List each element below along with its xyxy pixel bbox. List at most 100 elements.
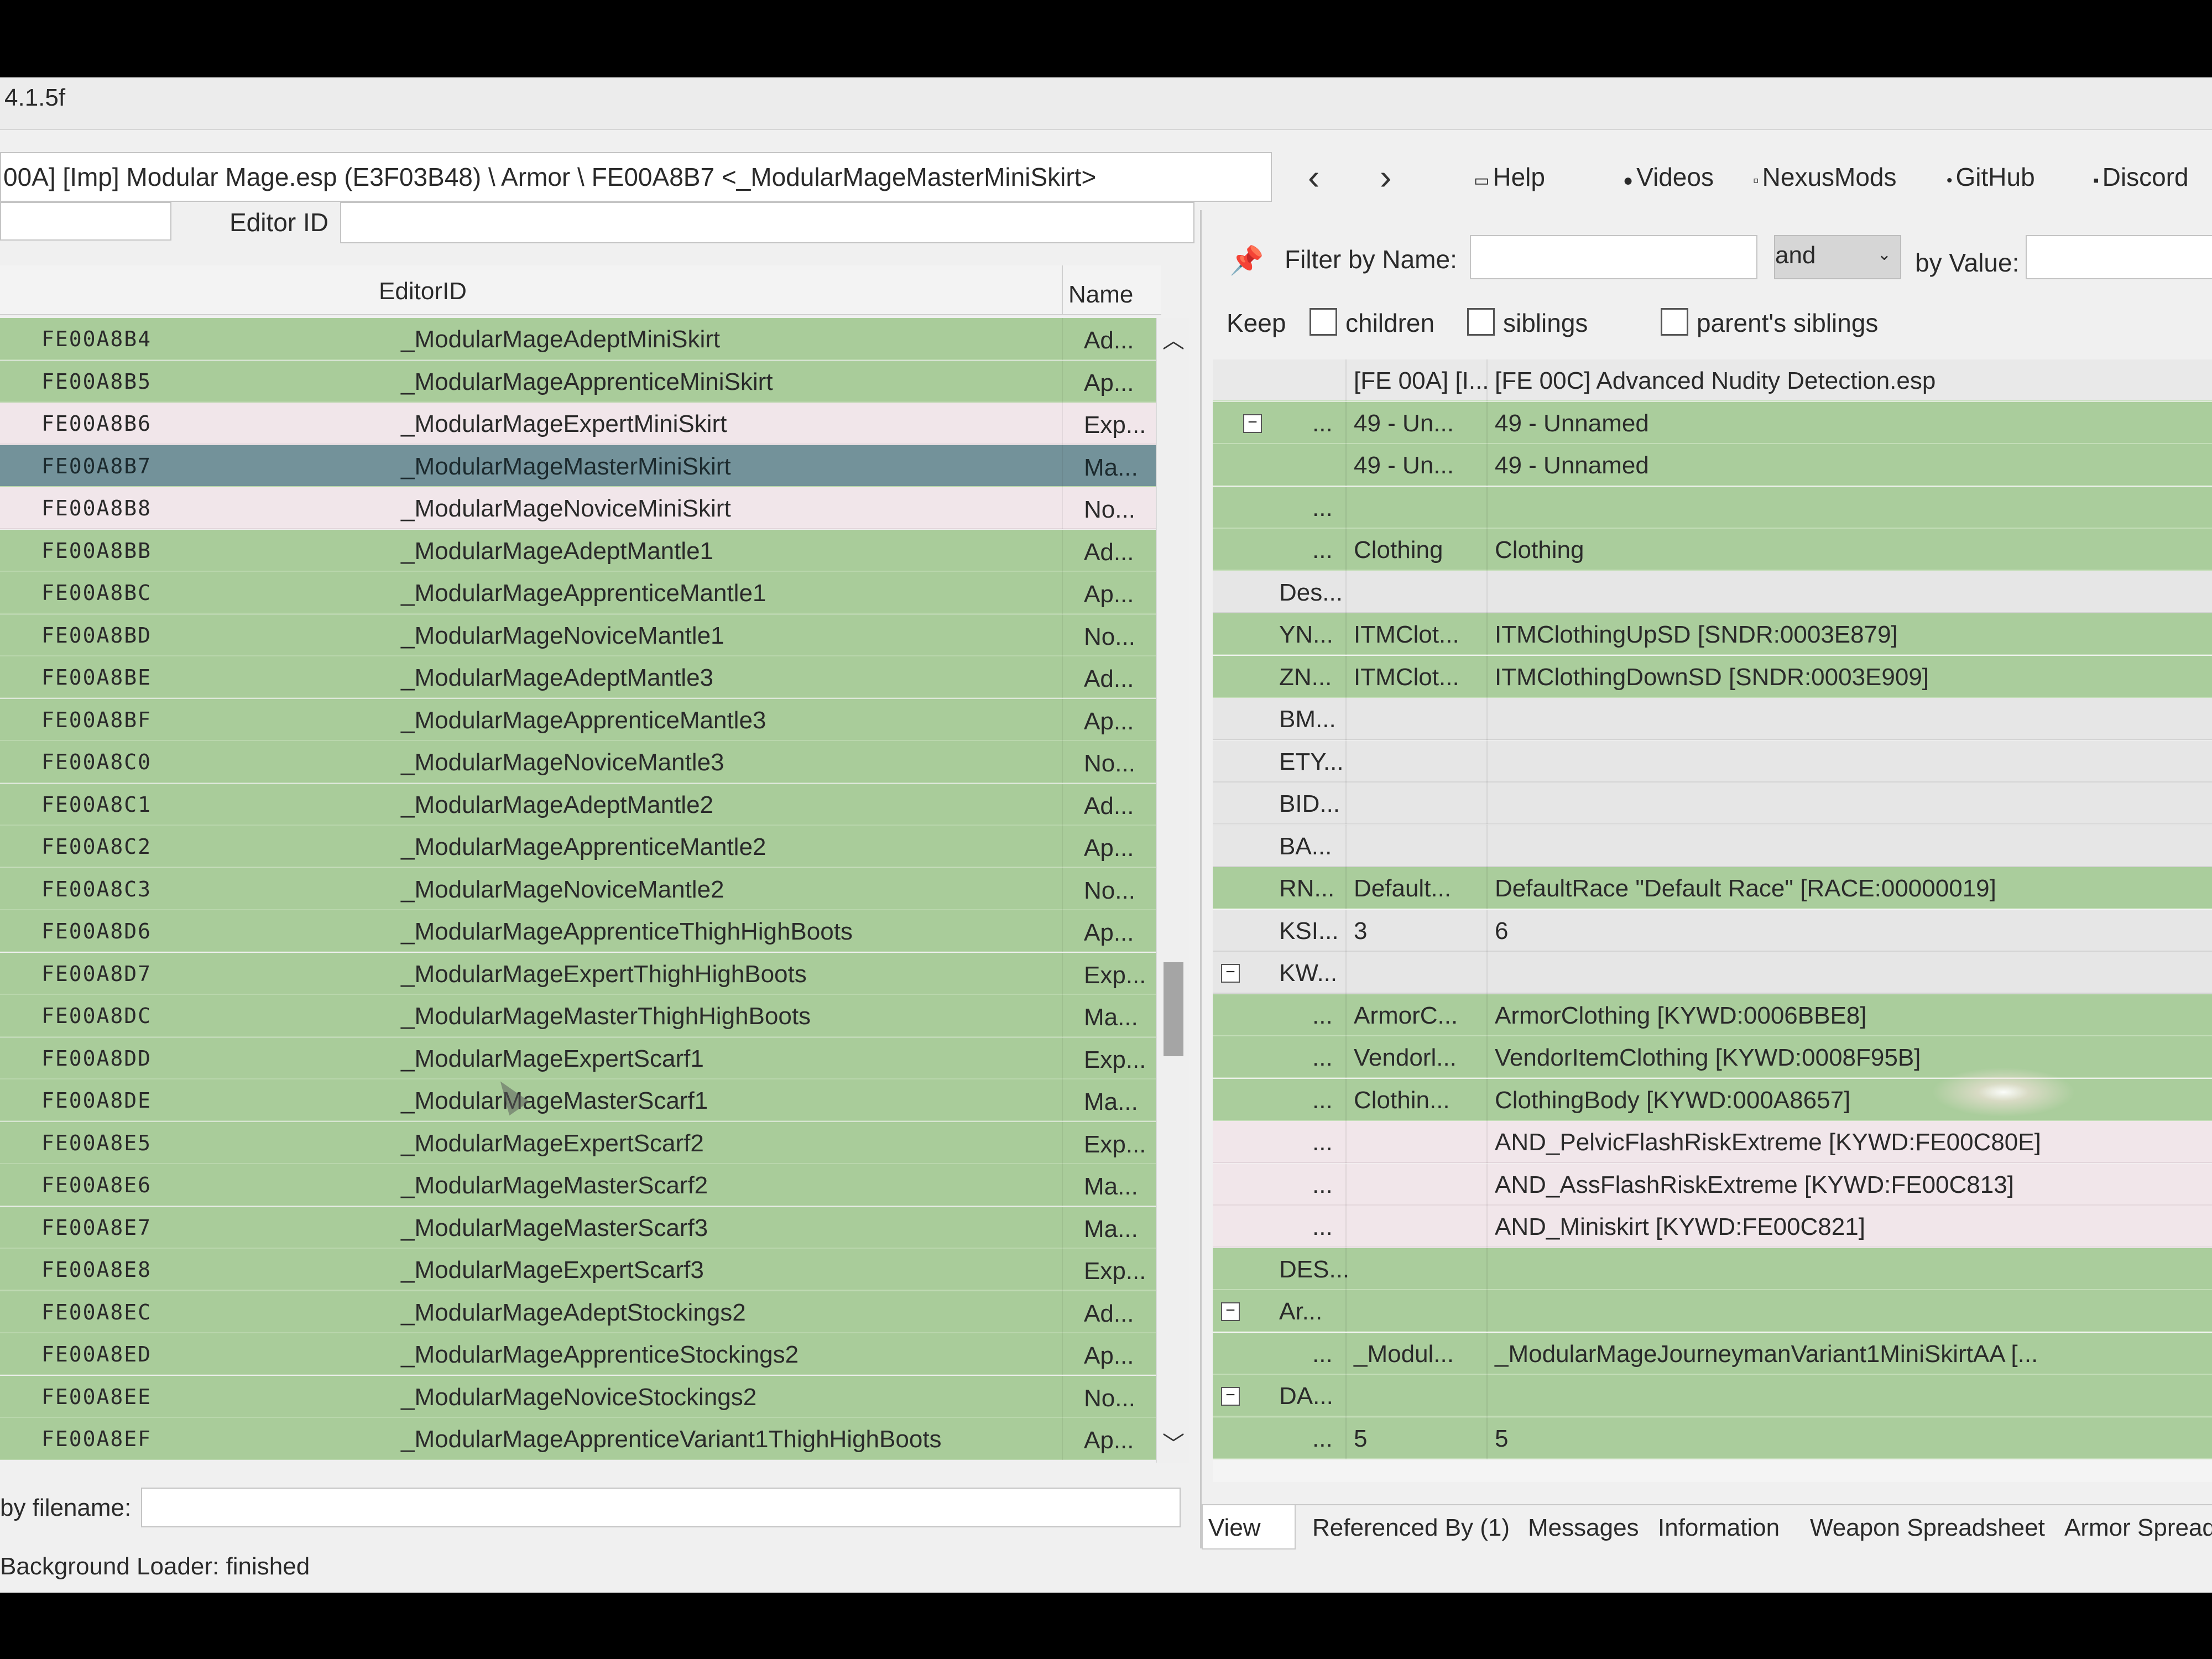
tree-row[interactable]: 49 - Un... 49 - Unnamed bbox=[1213, 444, 2212, 486]
tree-row[interactable]: ... Clothing Clothing bbox=[1213, 529, 2212, 571]
keep-siblings-checkbox[interactable] bbox=[1467, 308, 1495, 336]
tab-referenced-by[interactable]: Referenced By (1) bbox=[1312, 1505, 1510, 1550]
table-row[interactable]: FE00A8DE _ModularMageMasterScarf1 Ma... bbox=[0, 1079, 1156, 1121]
table-row[interactable]: FE00A8BD _ModularMageNoviceMantle1 No... bbox=[0, 614, 1156, 656]
discord-icon: ▪ bbox=[2093, 171, 2099, 190]
column-header-name[interactable]: Name bbox=[1068, 281, 1133, 309]
name-cell: No... bbox=[1084, 496, 1135, 523]
table-row[interactable]: FE00A8C1 _ModularMageAdeptMantle2 Ad... bbox=[0, 783, 1156, 826]
editor-id-cell: _ModularMageExpertScarf3 bbox=[401, 1256, 704, 1284]
table-row[interactable]: FE00A8D6 _ModularMageApprenticeThighHighB… bbox=[0, 910, 1156, 952]
scroll-thumb[interactable] bbox=[1164, 962, 1183, 1056]
tree-row[interactable]: − DA... bbox=[1213, 1375, 2212, 1417]
tree-row[interactable]: RN... Default... DefaultRace "Default Race… bbox=[1213, 867, 2212, 909]
tree-row[interactable]: − Ar... bbox=[1213, 1290, 2212, 1332]
github-link[interactable]: • GitHub bbox=[1947, 160, 2035, 197]
help-link[interactable]: ▭ Help bbox=[1474, 160, 1545, 197]
table-row[interactable]: FE00A8B5 _ModularMageApprenticeMiniSkirt A… bbox=[0, 360, 1156, 403]
forward-button[interactable]: › bbox=[1380, 155, 1391, 199]
table-row[interactable]: FE00A8ED _ModularMageApprenticeStockings2… bbox=[0, 1333, 1156, 1375]
collapse-toggle-icon[interactable]: − bbox=[1221, 1302, 1240, 1321]
table-row[interactable]: FE00A8B6 _ModularMageExpertMiniSkirt Exp..… bbox=[0, 403, 1156, 445]
tree-row[interactable]: ... 5 5 bbox=[1213, 1417, 2212, 1459]
table-row[interactable]: FE00A8E8 _ModularMageExpertScarf3 Exp... bbox=[0, 1249, 1156, 1291]
tab-view[interactable]: View bbox=[1202, 1505, 1296, 1550]
collapse-toggle-icon[interactable]: − bbox=[1221, 964, 1240, 983]
tree-row[interactable]: ... Vendorl... VendorItemClothing [KYWD:00… bbox=[1213, 1036, 2212, 1078]
editor-id-filter-input[interactable] bbox=[340, 202, 1194, 243]
discord-link[interactable]: ▪ Discord bbox=[2093, 160, 2189, 197]
editor-id-cell: _ModularMageMasterThighHighBoots bbox=[401, 1003, 811, 1030]
table-row[interactable]: FE00A8DD _ModularMageExpertScarf1 Exp... bbox=[0, 1037, 1156, 1079]
record-path-field[interactable]: 00A] [Imp] Modular Mage.esp (E3F03B48) \… bbox=[0, 152, 1272, 202]
tree-row[interactable]: ... _Modul... _ModularMageJourneymanVarian… bbox=[1213, 1332, 2212, 1375]
tree-value-cell: Vendorl... bbox=[1354, 1044, 1457, 1071]
tree-row[interactable]: ... AND_PelvicFlashRiskExtreme [KYWD:FE00… bbox=[1213, 1121, 2212, 1163]
keep-children-checkbox[interactable] bbox=[1310, 308, 1337, 336]
tree-row[interactable]: ... ArmorC... ArmorClothing [KYWD:0006BBE8… bbox=[1213, 994, 2212, 1036]
table-row[interactable]: FE00A8D7 _ModularMageExpertThighHighBoots… bbox=[0, 952, 1156, 995]
tree-row[interactable]: ... AND_Miniskirt [KYWD:FE00C821] bbox=[1213, 1206, 2212, 1248]
table-row[interactable]: FE00A8C0 _ModularMageNoviceMantle3 No... bbox=[0, 741, 1156, 783]
table-row[interactable]: FE00A8B8 _ModularMageNoviceMiniSkirt No... bbox=[0, 487, 1156, 529]
name-cell: Ap... bbox=[1084, 707, 1134, 735]
table-row[interactable]: FE00A8BF _ModularMageApprenticeMantle3 Ap.… bbox=[0, 698, 1156, 741]
tree-row[interactable]: DES... bbox=[1213, 1248, 2212, 1290]
form-id-cell: FE00A8DC bbox=[41, 1004, 152, 1028]
filter-operator-select[interactable]: and ⌄ bbox=[1774, 235, 1901, 279]
tab-armor-spreadsheet[interactable]: Armor Spread bbox=[2064, 1505, 2212, 1550]
table-row[interactable]: FE00A8C3 _ModularMageNoviceMantle2 No... bbox=[0, 868, 1156, 910]
pin-icon[interactable]: 📌 bbox=[1229, 244, 1264, 277]
cell-divider bbox=[1486, 698, 1488, 740]
tree-label: Des... bbox=[1279, 578, 1343, 606]
tree-row[interactable]: BA... bbox=[1213, 825, 2212, 867]
nexusmods-link[interactable]: ▫ NexusMods bbox=[1753, 160, 1897, 197]
tree-row[interactable]: ... Clothin... ClothingBody [KYWD:000A8657… bbox=[1213, 1078, 2212, 1121]
table-row[interactable]: FE00A8BC _ModularMageApprenticeMantle1 Ap.… bbox=[0, 572, 1156, 614]
table-row[interactable]: FE00A8B4 _ModularMageAdeptMiniSkirt Ad... bbox=[0, 318, 1156, 360]
tree-row[interactable]: KSI... 3 6 bbox=[1213, 909, 2212, 952]
tree-row[interactable]: Des... bbox=[1213, 571, 2212, 613]
table-row[interactable]: FE00A8E5 _ModularMageExpertScarf2 Exp... bbox=[0, 1121, 1156, 1164]
tab-messages[interactable]: Messages bbox=[1528, 1505, 1639, 1550]
tree-label: ... bbox=[1312, 536, 1333, 564]
table-row[interactable]: FE00A8BE _ModularMageAdeptMantle3 Ad... bbox=[0, 656, 1156, 698]
tab-weapon-spreadsheet[interactable]: Weapon Spreadsheet bbox=[1810, 1505, 2045, 1550]
table-row[interactable]: FE00A8BB _ModularMageAdeptMantle1 Ad... bbox=[0, 529, 1156, 572]
tree-row[interactable]: −... 49 - Un... 49 - Unnamed bbox=[1213, 401, 2212, 444]
scroll-down-icon[interactable]: ﹀ bbox=[1157, 1426, 1190, 1458]
collapse-toggle-icon[interactable]: − bbox=[1221, 1387, 1240, 1406]
tree-row[interactable]: YN... ITMClot... ITMClothingUpSD [SNDR:000… bbox=[1213, 613, 2212, 655]
table-row[interactable]: FE00A8E6 _ModularMageMasterScarf2 Ma... bbox=[0, 1164, 1156, 1206]
filter-by-value-input[interactable] bbox=[2026, 235, 2212, 279]
tree-row[interactable]: ETY... bbox=[1213, 740, 2212, 782]
tree-row[interactable]: BID... bbox=[1213, 782, 2212, 825]
tab-information[interactable]: Information bbox=[1658, 1505, 1780, 1550]
form-id-cell: FE00A8D6 bbox=[41, 919, 152, 943]
record-list-scrollbar[interactable]: ︿ ﹀ bbox=[1156, 318, 1189, 1463]
table-row[interactable]: FE00A8EC _ModularMageAdeptStockings2 Ad... bbox=[0, 1291, 1156, 1333]
name-cell: No... bbox=[1084, 1384, 1135, 1412]
tree-row[interactable]: − KW... bbox=[1213, 952, 2212, 994]
column-divider[interactable] bbox=[1062, 265, 1063, 315]
tree-row[interactable]: ... bbox=[1213, 486, 2212, 529]
filename-filter-input[interactable] bbox=[141, 1488, 1181, 1527]
tree-row[interactable]: [FE 00A] [I... [FE 00C] Advanced Nudity D… bbox=[1213, 359, 2212, 401]
scroll-up-icon[interactable]: ︿ bbox=[1157, 322, 1190, 354]
table-row[interactable]: FE00A8EF _ModularMageApprenticeVariant1Th… bbox=[0, 1418, 1156, 1460]
keep-parents-siblings-checkbox[interactable] bbox=[1661, 308, 1688, 336]
tree-row[interactable]: BM... bbox=[1213, 698, 2212, 740]
table-row[interactable]: FE00A8B7 _ModularMageMasterMiniSkirt Ma... bbox=[0, 445, 1156, 487]
videos-link[interactable]: ● Videos bbox=[1623, 160, 1714, 197]
filter-by-name-input[interactable] bbox=[1470, 235, 1757, 279]
column-header-editorid[interactable]: EditorID bbox=[379, 278, 467, 305]
collapse-toggle-icon[interactable]: − bbox=[1243, 414, 1262, 433]
table-row[interactable]: FE00A8E7 _ModularMageMasterScarf3 Ma... bbox=[0, 1206, 1156, 1249]
back-button[interactable]: ‹ bbox=[1308, 155, 1319, 199]
tree-row[interactable]: ZN... ITMClot... ITMClothingDownSD [SNDR:0… bbox=[1213, 655, 2212, 698]
formid-filter-input[interactable] bbox=[0, 202, 171, 241]
table-row[interactable]: FE00A8EE _ModularMageNoviceStockings2 No..… bbox=[0, 1375, 1156, 1418]
table-row[interactable]: FE00A8DC _ModularMageMasterThighHighBoots… bbox=[0, 995, 1156, 1037]
tree-row[interactable]: ... AND_AssFlashRiskExtreme [KYWD:FE00C81… bbox=[1213, 1163, 2212, 1206]
table-row[interactable]: FE00A8C2 _ModularMageApprenticeMantle2 Ap.… bbox=[0, 826, 1156, 868]
